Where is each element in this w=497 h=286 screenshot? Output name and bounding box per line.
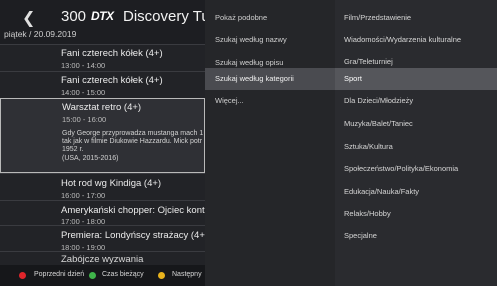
description-line: tak jak w filmie Diukowie Hazzardu. Mick…	[62, 138, 203, 146]
green-button-icon	[89, 272, 96, 279]
epg-date: piątek / 20.09.2019	[4, 29, 77, 39]
menu-item-search-by-name[interactable]: Szukaj według nazwy	[205, 29, 335, 51]
legend-current-time[interactable]: Czas bieżący	[102, 271, 144, 278]
category-item[interactable]: Dla Dzieci/Młodzieży	[335, 90, 497, 112]
legend-next[interactable]: Następny	[172, 271, 202, 278]
program-row[interactable]: Premiera: Londyńscy strażacy (4+) 18:00 …	[0, 225, 205, 251]
program-title: Warsztat retro (4+)	[62, 102, 142, 113]
category-item[interactable]: Relaks/Hobby	[335, 203, 497, 225]
menu-item-show-similar[interactable]: Pokaż podobne	[205, 7, 335, 29]
program-row[interactable]: Amerykański chopper: Ojciec kontra syn 1…	[0, 200, 205, 225]
program-row[interactable]: Fani czterech kółek (4+) 14:00 - 15:00	[0, 71, 205, 98]
program-title: Premiera: Londyńscy strażacy (4+)	[61, 230, 205, 241]
program-time: 15:00 - 16:00	[62, 115, 107, 124]
description-line: (USA, 2015-2016)	[62, 154, 119, 162]
legend-previous-day[interactable]: Poprzedni dzień	[34, 271, 84, 278]
channel-name: Discovery Turbo	[123, 8, 205, 25]
program-title: Fani czterech kółek (4+)	[61, 75, 163, 86]
program-title: Amerykański chopper: Ojciec kontra syn	[61, 205, 205, 216]
category-list: Film/Przedstawienie Wiadomości/Wydarzeni…	[335, 0, 497, 286]
category-item[interactable]: Sztuka/Kultura	[335, 136, 497, 158]
category-item[interactable]: Edukacja/Nauka/Fakty	[335, 181, 497, 203]
options-menu: Pokaż podobne Szukaj według nazwy Szukaj…	[205, 0, 335, 286]
program-time: 13:00 - 14:00	[61, 61, 106, 70]
category-item[interactable]: Specjalne	[335, 225, 497, 247]
category-item-selected[interactable]: Sport	[335, 68, 497, 90]
program-time: 17:00 - 18:00	[61, 217, 106, 225]
program-time: 18:00 - 19:00	[61, 243, 106, 251]
description-line: 1952 r.	[62, 146, 84, 154]
category-item[interactable]: Wiadomości/Wydarzenia kulturalne	[335, 29, 497, 51]
menu-item-search-by-category[interactable]: Szukaj według kategorii	[205, 68, 335, 90]
category-item[interactable]: Muzyka/Balet/Taniec	[335, 113, 497, 135]
program-row-selected[interactable]: Warsztat retro (4+) 15:00 - 16:00 Gdy Ge…	[0, 98, 205, 173]
program-title: Hot rod wg Kindiga (4+)	[61, 178, 162, 189]
channel-logo: DTX	[91, 9, 114, 23]
program-title: Zabójcze wyzwania	[61, 254, 144, 265]
chevron-left-icon[interactable]: ❮	[22, 8, 35, 27]
program-row[interactable]: Hot rod wg Kindiga (4+) 16:00 - 17:00	[0, 173, 205, 200]
channel-header: ❮ 300 DTX Discovery Turbo piątek / 20.09…	[0, 0, 205, 44]
program-title: Fani czterech kółek (4+)	[61, 48, 163, 59]
yellow-button-icon	[158, 272, 165, 279]
program-row[interactable]: Fani czterech kółek (4+) 13:00 - 14:00	[0, 44, 205, 71]
description-line: Gdy George przyprowadza mustanga mach 1	[62, 130, 204, 137]
program-row[interactable]: Zabójcze wyzwania	[0, 251, 205, 265]
epg-panel: ❮ 300 DTX Discovery Turbo piątek / 20.09…	[0, 0, 205, 286]
category-item[interactable]: Film/Przedstawienie	[335, 7, 497, 29]
red-button-icon	[19, 272, 26, 279]
channel-number: 300	[61, 8, 87, 25]
color-key-legend: Poprzedni dzień Czas bieżący Następny	[0, 265, 205, 286]
program-time: 16:00 - 17:00	[61, 191, 106, 200]
program-description: Gdy George przyprowadza mustanga mach 1 …	[62, 130, 204, 163]
category-item[interactable]: Społeczeństwo/Polityka/Ekonomia	[335, 158, 497, 180]
program-time: 14:00 - 15:00	[61, 88, 106, 97]
menu-item-more[interactable]: Więcej...	[205, 90, 335, 112]
